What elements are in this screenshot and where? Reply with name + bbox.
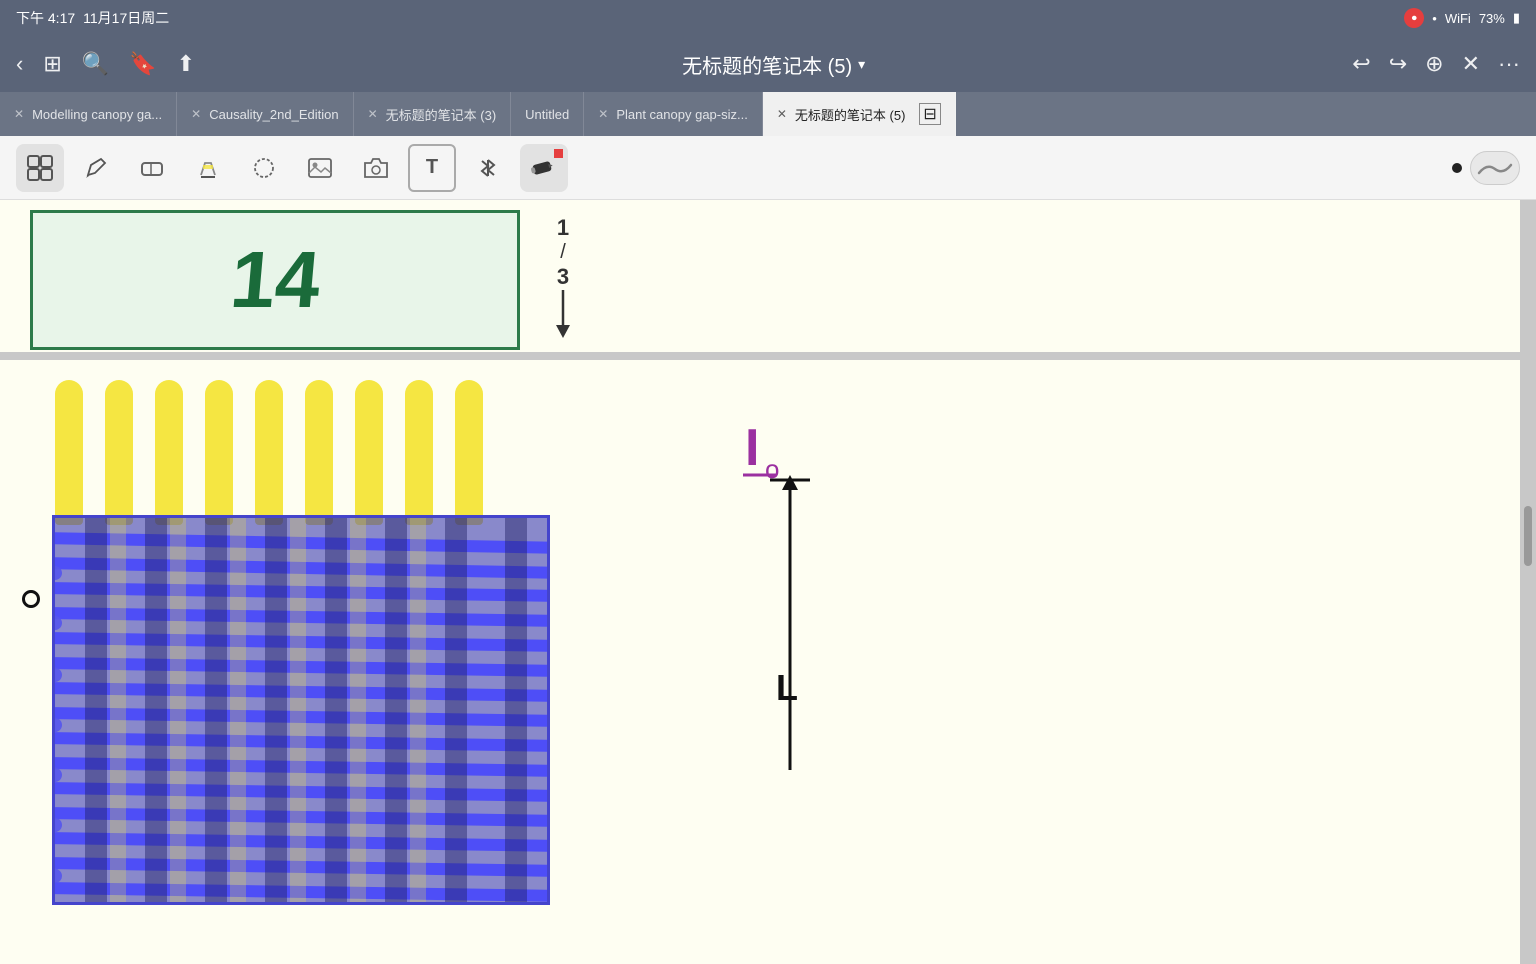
- image-icon: [307, 155, 333, 181]
- stroke-style-selector[interactable]: [1470, 151, 1520, 185]
- fraction-bottom: 3: [557, 264, 569, 290]
- bluetooth-icon: [477, 157, 499, 179]
- scrollbar-thumb[interactable]: [1524, 506, 1532, 566]
- yellow-bar-4: [205, 380, 233, 525]
- yellow-bar-7: [355, 380, 383, 525]
- highlighter-tool[interactable]: [184, 144, 232, 192]
- lasso-icon: [251, 155, 277, 181]
- redo-button[interactable]: ↪: [1389, 51, 1407, 77]
- title-bar: ‹ ⊞ 🔍 🔖 ⬆ 无标题的笔记本 (5) ▾ ↩ ↪ ⊕ ✕ ···: [0, 36, 1536, 92]
- highlighter-icon: [195, 155, 221, 181]
- tab-close-notebook5[interactable]: ✕: [777, 107, 787, 121]
- tab-label-untitled: Untitled: [525, 107, 569, 122]
- yellow-bar-6: [305, 380, 333, 525]
- svg-text:I: I: [745, 419, 759, 477]
- tab-label-modelling: Modelling canopy ga...: [32, 107, 162, 122]
- close-button[interactable]: ✕: [1462, 51, 1480, 77]
- panels-icon: [26, 154, 54, 182]
- scrollbar[interactable]: [1520, 200, 1536, 964]
- pen-tool[interactable]: [72, 144, 120, 192]
- battery-icon: ▮: [1513, 10, 1520, 26]
- wifi-icon: WiFi: [1445, 11, 1471, 26]
- stick-figure-arrow: L: [760, 460, 820, 780]
- bluetooth-tool[interactable]: [464, 144, 512, 192]
- notebook-title: 无标题的笔记本 (5): [682, 50, 852, 79]
- text-tool[interactable]: T: [408, 144, 456, 192]
- undo-button[interactable]: ↩: [1352, 51, 1370, 77]
- tab-plant[interactable]: ✕ Plant canopy gap-siz...: [584, 92, 763, 136]
- grid-button[interactable]: ⊞: [43, 51, 61, 77]
- image-tool[interactable]: [296, 144, 344, 192]
- date-display: 11月17日周二: [83, 8, 169, 28]
- tab-untitled[interactable]: Untitled: [511, 92, 584, 136]
- record-indicator: ⏺: [1404, 8, 1424, 28]
- pencil-active-tool[interactable]: [520, 144, 568, 192]
- tab-label-plant: Plant canopy gap-siz...: [616, 107, 748, 122]
- status-left: 下午 4:17 11月17日周二: [16, 8, 169, 28]
- title-bar-right: ↩ ↪ ⊕ ✕ ···: [1352, 51, 1520, 77]
- green-box-number: 14: [226, 234, 323, 326]
- yellow-bar-1: [55, 380, 83, 525]
- fraction-top: 1: [557, 215, 569, 241]
- tab-view-toggle[interactable]: ⊟: [919, 103, 940, 125]
- back-button[interactable]: ‹: [16, 51, 23, 77]
- yellow-bars: [55, 380, 483, 525]
- pencil-active-indicator: [554, 149, 563, 158]
- camera-icon: [363, 155, 389, 181]
- top-section: 14 1 / 3: [0, 200, 1520, 360]
- tab-modelling[interactable]: ✕ Modelling canopy ga...: [0, 92, 177, 136]
- tab-label-notebook5: 无标题的笔记本 (5): [795, 105, 906, 124]
- add-page-button[interactable]: ⊕: [1425, 51, 1443, 77]
- blue-rect: [52, 515, 550, 905]
- bluetooth-icon: •: [1432, 11, 1437, 26]
- tab-notebook5[interactable]: ✕ 无标题的笔记本 (5) ⊟: [763, 92, 956, 136]
- title-bar-left: ‹ ⊞ 🔍 🔖 ⬆: [16, 51, 195, 77]
- yellow-bar-2: [105, 380, 133, 525]
- title-bar-center: 无标题的笔记本 (5) ▾: [682, 50, 865, 79]
- bookmark-button[interactable]: 🔖: [129, 51, 156, 77]
- canvas-area[interactable]: 14 1 / 3: [0, 200, 1520, 964]
- lasso-tool[interactable]: [240, 144, 288, 192]
- dropdown-arrow[interactable]: ▾: [858, 56, 865, 73]
- fraction-arrow: [548, 290, 578, 340]
- color-dot[interactable]: [1452, 163, 1462, 173]
- fraction-annotation: 1 / 3: [548, 215, 578, 340]
- yellow-bar-5: [255, 380, 283, 525]
- pencil-active-icon: [529, 155, 559, 181]
- tab-label-causality: Causality_2nd_Edition: [209, 107, 338, 122]
- toolbar: T: [0, 136, 1536, 200]
- yellow-bar-9: [455, 380, 483, 525]
- fraction-slash: /: [560, 241, 566, 264]
- battery-display: 73%: [1479, 11, 1505, 26]
- more-button[interactable]: ···: [1498, 51, 1520, 77]
- camera-tool[interactable]: [352, 144, 400, 192]
- tabs-bar: ✕ Modelling canopy ga... ✕ Causality_2nd…: [0, 92, 1536, 136]
- search-button[interactable]: 🔍: [82, 51, 109, 77]
- tab-label-notebook3: 无标题的笔记本 (3): [386, 105, 497, 124]
- black-circle: [22, 590, 40, 608]
- stroke-style-icon: [1477, 159, 1513, 177]
- tab-close-modelling[interactable]: ✕: [14, 107, 24, 121]
- bottom-section: I o L: [0, 360, 1520, 964]
- tab-close-notebook3[interactable]: ✕: [368, 107, 378, 121]
- pen-icon: [83, 155, 109, 181]
- yellow-bar-3: [155, 380, 183, 525]
- time-display: 下午 4:17: [16, 8, 75, 28]
- main-content: 14 1 / 3: [0, 200, 1536, 964]
- status-bar: 下午 4:17 11月17日周二 ⏺ • WiFi 73% ▮: [0, 0, 1536, 36]
- blue-scribble: [55, 518, 550, 905]
- tab-close-causality[interactable]: ✕: [191, 107, 201, 121]
- tab-close-plant[interactable]: ✕: [598, 107, 608, 121]
- yellow-bar-8: [405, 380, 433, 525]
- tab-causality[interactable]: ✕ Causality_2nd_Edition: [177, 92, 353, 136]
- eraser-icon: [139, 155, 165, 181]
- svg-text:L: L: [776, 667, 798, 708]
- share-button[interactable]: ⬆: [177, 51, 195, 77]
- eraser-tool[interactable]: [128, 144, 176, 192]
- status-right: ⏺ • WiFi 73% ▮: [1404, 8, 1520, 28]
- green-box: 14: [30, 210, 520, 350]
- panels-tool[interactable]: [16, 144, 64, 192]
- tab-notebook3[interactable]: ✕ 无标题的笔记本 (3): [354, 92, 512, 136]
